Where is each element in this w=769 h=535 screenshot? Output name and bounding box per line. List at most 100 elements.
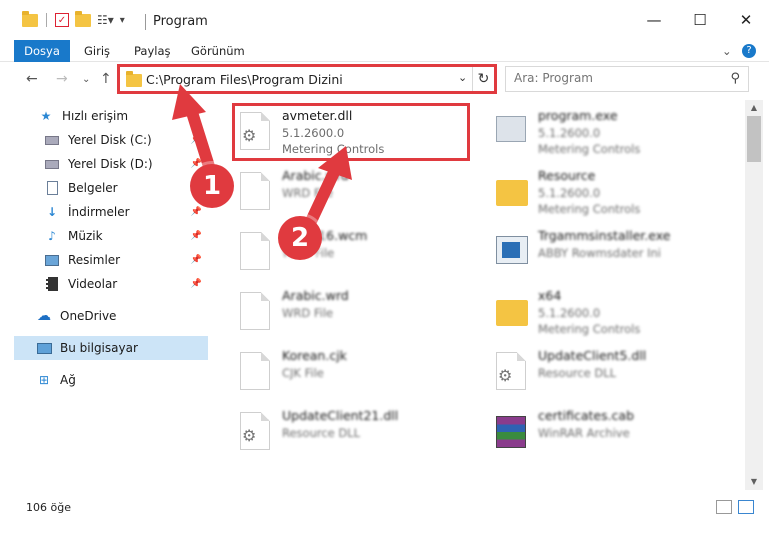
sidebar-item-videos[interactable]: Videolar 📌 xyxy=(14,272,208,296)
maximize-button[interactable]: ☐ xyxy=(677,0,723,40)
sidebar-item-label: Müzik xyxy=(68,229,103,243)
file-item[interactable]: program.exe 5.1.2600.0 Metering Controls xyxy=(492,104,722,160)
sidebar-item-drive-d[interactable]: Yerel Disk (D:) 📌 xyxy=(14,152,208,176)
search-input[interactable] xyxy=(514,71,714,85)
file-icon xyxy=(236,348,276,394)
file-name: avmeter.dll xyxy=(282,108,353,123)
drive-icon xyxy=(44,156,60,172)
file-item[interactable]: Resource 5.1.2600.0 Metering Controls xyxy=(492,164,722,220)
file-description: ABBY Rowmsdater Ini xyxy=(538,246,661,260)
sidebar-item-documents[interactable]: Belgeler 📌 xyxy=(14,176,208,200)
recent-locations-button[interactable]: ⌄ xyxy=(82,74,90,85)
sidebar-item-onedrive[interactable]: ☁ OneDrive xyxy=(14,304,208,328)
customize-icon[interactable]: ☷▾ xyxy=(97,13,114,27)
close-button[interactable]: ✕ xyxy=(723,0,769,40)
minimize-button[interactable]: — xyxy=(631,0,677,40)
search-icon[interactable]: ⚲ xyxy=(730,71,740,86)
videos-icon xyxy=(44,276,60,292)
refresh-button[interactable]: ↻ xyxy=(472,67,494,91)
checklist-icon[interactable]: ✓ xyxy=(55,13,69,27)
sidebar-item-label: Resimler xyxy=(68,253,121,267)
search-box[interactable]: ⚲ xyxy=(505,66,749,92)
pin-icon[interactable]: 📌 xyxy=(191,207,202,217)
documents-icon xyxy=(44,180,60,196)
computer-icon xyxy=(36,340,52,356)
help-icon[interactable]: ? xyxy=(742,44,756,58)
step-2-badge: 2 xyxy=(278,216,322,260)
file-version: 5.1.2600.0 xyxy=(538,126,601,140)
sidebar-item-network[interactable]: ⊞ Ağ xyxy=(14,368,208,392)
properties-icon[interactable] xyxy=(46,13,47,27)
sidebar-item-this-pc[interactable]: Bu bilgisayar xyxy=(14,336,208,360)
item-count: 106 öğe xyxy=(26,501,71,514)
file-version: 5.1.2600.0 xyxy=(538,306,601,320)
up-button[interactable]: ↑ xyxy=(100,71,112,87)
sidebar-item-label: İndirmeler xyxy=(68,205,130,219)
address-path[interactable]: C:\Program Files\Program Dizini xyxy=(146,72,343,87)
download-icon: ↓ xyxy=(46,205,58,219)
sidebar-item-drive-c[interactable]: Yerel Disk (C:) 📌 xyxy=(14,128,208,152)
address-dropdown-icon[interactable]: ⌄ xyxy=(458,71,467,84)
file-version: 5.1.2600.0 xyxy=(538,186,601,200)
pin-icon[interactable]: 📌 xyxy=(191,279,202,289)
sidebar-item-label: Videolar xyxy=(68,277,118,291)
folder-icon xyxy=(492,168,532,214)
file-item[interactable]: Arabic.wrd WRD File xyxy=(236,164,466,220)
file-item[interactable]: Trgammsinstaller.exe ABBY Rowmsdater Ini xyxy=(492,224,722,280)
tab-home[interactable]: Giriş xyxy=(84,40,110,62)
file-description: Metering Controls xyxy=(538,142,641,156)
qat-dropdown-icon[interactable]: ▾ xyxy=(120,15,125,26)
sidebar-item-label: Belgeler xyxy=(68,181,118,195)
file-name: program.exe xyxy=(538,108,618,123)
tab-view[interactable]: Görünüm xyxy=(191,40,245,62)
sidebar-item-quick-access[interactable]: ★ Hızlı erişim xyxy=(14,104,208,128)
sidebar-item-downloads[interactable]: ↓ İndirmeler 📌 xyxy=(14,200,208,224)
file-description: Metering Controls xyxy=(538,322,641,336)
file-name: certificates.cab xyxy=(538,408,635,423)
scroll-up-icon[interactable]: ▲ xyxy=(745,100,763,116)
back-button[interactable]: ← xyxy=(26,71,38,87)
file-item[interactable]: Arabic.wrd WRD File xyxy=(236,284,466,340)
scroll-down-icon[interactable]: ▼ xyxy=(745,474,763,490)
drive-icon xyxy=(44,132,60,148)
file-item[interactable]: ⚙ UpdateClient21.dll Resource DLL xyxy=(236,404,466,460)
step-1-badge: 1 xyxy=(190,164,234,208)
large-icons-view-icon[interactable] xyxy=(738,500,754,514)
pin-icon[interactable]: 📌 xyxy=(191,135,202,145)
tab-share[interactable]: Paylaş xyxy=(134,40,171,62)
sidebar-item-pictures[interactable]: Resimler 📌 xyxy=(14,248,208,272)
file-item[interactable]: AVWP16.wcm WCM File xyxy=(236,224,466,280)
file-type: Resource DLL xyxy=(282,426,361,440)
pin-icon[interactable]: 📌 xyxy=(191,231,202,241)
file-name: UpdateClient5.dll xyxy=(538,348,647,363)
dll-file-icon: ⚙ xyxy=(236,408,276,454)
file-list: ⚙ avmeter.dll 5.1.2600.0 Metering Contro… xyxy=(210,100,744,490)
details-view-icon[interactable] xyxy=(716,500,732,514)
status-bar: 106 öğe xyxy=(0,496,769,520)
file-item[interactable]: x64 5.1.2600.0 Metering Controls xyxy=(492,284,722,340)
file-item[interactable]: ⚙ UpdateClient5.dll Resource DLL xyxy=(492,344,722,400)
file-name: x64 xyxy=(538,288,562,303)
quick-access-toolbar: ✓ ☷▾ ▾ xyxy=(22,10,125,27)
forward-button[interactable]: → xyxy=(56,71,68,87)
address-bar[interactable]: C:\Program Files\Program Dizini ⌄ ↻ xyxy=(119,66,495,92)
title-separator xyxy=(145,14,146,30)
sidebar-item-label: Bu bilgisayar xyxy=(60,341,138,355)
pin-icon[interactable]: 📌 xyxy=(191,255,202,265)
file-item-avmeter[interactable]: ⚙ avmeter.dll 5.1.2600.0 Metering Contro… xyxy=(236,104,466,160)
vertical-scrollbar[interactable]: ▲ ▼ xyxy=(745,100,763,490)
sidebar-item-music[interactable]: ♪ Müzik 📌 xyxy=(14,224,208,248)
ribbon-tabs: Dosya Giriş Paylaş Görünüm ⌄ ? xyxy=(0,40,769,96)
sidebar-item-label: Yerel Disk (C:) xyxy=(68,133,152,147)
file-type: WRD File xyxy=(282,186,334,200)
folder-icon xyxy=(492,288,532,334)
file-name: Korean.cjk xyxy=(282,348,347,363)
scroll-thumb[interactable] xyxy=(747,116,761,162)
music-icon: ♪ xyxy=(48,229,56,243)
file-icon xyxy=(236,228,276,274)
file-item[interactable]: certificates.cab WinRAR Archive xyxy=(492,404,722,460)
ribbon-expand-icon[interactable]: ⌄ xyxy=(722,40,732,62)
new-folder-icon[interactable] xyxy=(75,10,91,27)
file-item[interactable]: Korean.cjk CJK File xyxy=(236,344,466,400)
cloud-icon: ☁ xyxy=(37,308,51,324)
